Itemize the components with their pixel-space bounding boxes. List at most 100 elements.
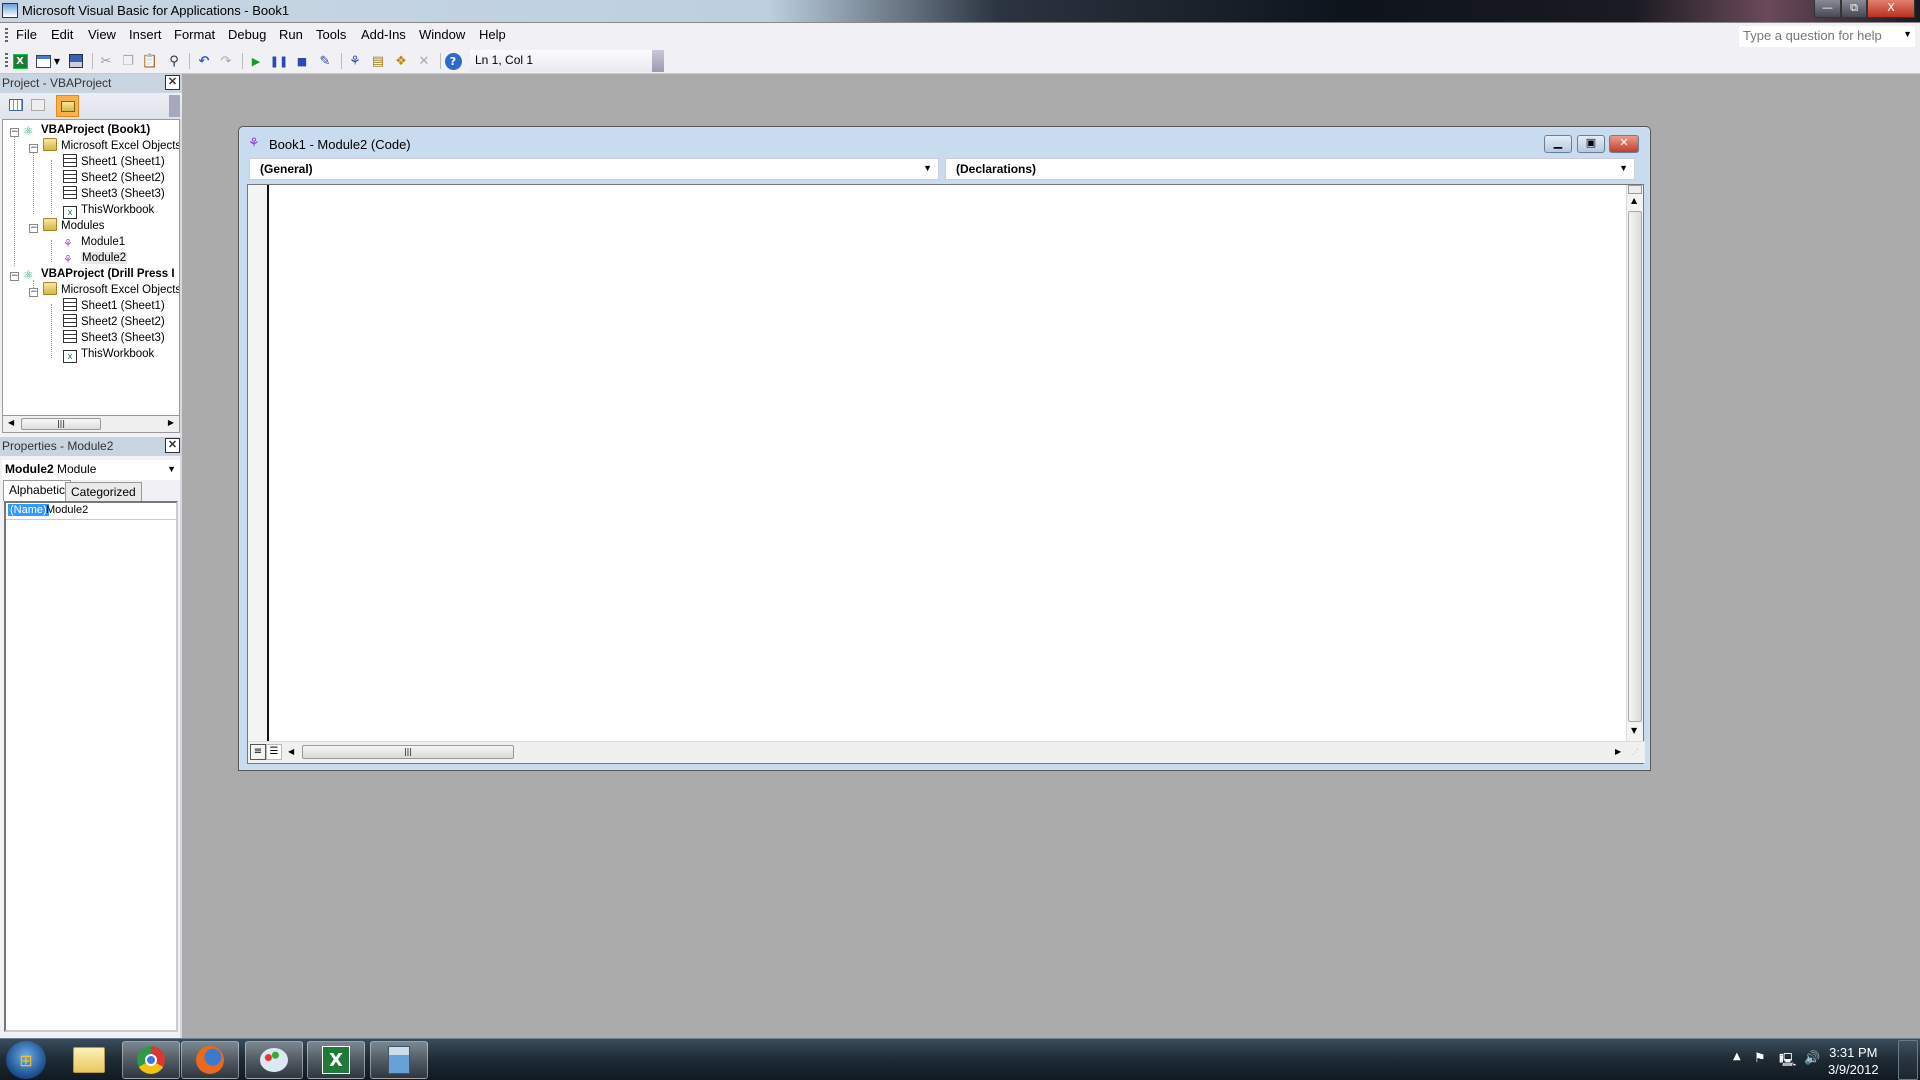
tree-item-thisworkbook[interactable]: x ThisWorkbook — [63, 346, 154, 363]
object-combo[interactable]: (General) ▼ — [249, 158, 939, 180]
object-browser-button[interactable]: ❖ — [391, 51, 411, 71]
collapse-toggle[interactable]: − — [29, 224, 38, 233]
insert-dropdown[interactable]: ▼ — [52, 51, 62, 71]
toggle-folders-button[interactable] — [56, 95, 79, 117]
redo-button[interactable]: ↷ — [216, 51, 236, 71]
tree-item-sheet3[interactable]: Sheet3 (Sheet3) — [63, 186, 165, 202]
tree-item-excel-objects[interactable]: Microsoft Excel Objects — [43, 138, 179, 154]
tree-item-module1[interactable]: ⚘ Module1 — [63, 234, 125, 250]
taskbar-app-calculator[interactable] — [370, 1041, 428, 1079]
tree-item-excel-objects[interactable]: Microsoft Excel Objects — [43, 282, 179, 298]
tree-item-sheet2[interactable]: Sheet2 (Sheet2) — [63, 170, 165, 186]
object-selector-dropdown[interactable]: Module2 Module ▼ — [2, 460, 180, 480]
collapse-toggle[interactable]: − — [10, 272, 19, 281]
project-tree-horizontal-scrollbar[interactable]: ◀ ||| ▶ — [2, 416, 180, 433]
paste-button[interactable]: 📋 — [140, 51, 160, 71]
run-button[interactable]: ▶ — [246, 51, 266, 71]
minimize-button[interactable]: — — [1814, 0, 1841, 18]
project-explorer-button[interactable]: ⚘ — [345, 51, 365, 71]
taskbar-app-chrome[interactable] — [122, 1041, 180, 1079]
code-vertical-scrollbar[interactable]: ▲ ▼ — [1626, 185, 1643, 741]
toolbar-options-button[interactable] — [652, 50, 664, 72]
close-button[interactable]: X — [1867, 0, 1915, 18]
scrollbar-thumb[interactable] — [1628, 211, 1642, 722]
cut-button[interactable]: ✂ — [96, 51, 116, 71]
collapse-toggle[interactable]: − — [10, 128, 19, 137]
scroll-up-icon[interactable]: ▲ — [1631, 196, 1637, 205]
taskbar-app-paint[interactable] — [245, 1041, 303, 1079]
break-button[interactable]: ❚❚ — [269, 51, 289, 71]
code-editor[interactable]: ▲ ▼ ≡ ☰ ◀ ||| ▶ ⋰ — [247, 184, 1645, 764]
full-module-view-button[interactable]: ☰ — [266, 744, 282, 760]
margin-indicator-bar[interactable] — [248, 185, 269, 741]
copy-button[interactable]: ❐ — [118, 51, 138, 71]
view-object-button[interactable] — [31, 99, 45, 111]
property-value[interactable]: Module2 — [46, 504, 88, 516]
tree-item-sheet1[interactable]: Sheet1 (Sheet1) — [63, 154, 165, 170]
tab-alphabetic[interactable]: Alphabetic — [3, 480, 72, 501]
menu-insert[interactable]: Insert — [129, 27, 162, 42]
scrollbar-thumb[interactable]: ||| — [302, 745, 514, 759]
code-window-restore-button[interactable]: ▣ — [1577, 135, 1605, 153]
network-icon[interactable]: 🖳 — [1779, 1051, 1796, 1073]
menu-add-ins[interactable]: Add-Ins — [361, 27, 406, 42]
tree-item-modules[interactable]: Modules — [43, 218, 104, 234]
show-desktop-button[interactable] — [1898, 1040, 1918, 1080]
property-row[interactable]: (Name) Module2 — [6, 503, 176, 520]
tree-item-sheet3[interactable]: Sheet3 (Sheet3) — [63, 330, 165, 346]
start-button[interactable]: ⊞ — [6, 1041, 46, 1079]
split-bar[interactable] — [1628, 185, 1642, 194]
close-project-panel-button[interactable]: ✕ — [165, 75, 180, 90]
menubar-grip[interactable] — [5, 28, 8, 43]
collapse-toggle[interactable]: − — [29, 144, 38, 153]
tree-item-sheet2[interactable]: Sheet2 (Sheet2) — [63, 314, 165, 330]
insert-userform-button[interactable] — [33, 51, 53, 71]
volume-icon[interactable]: 🔊 — [1804, 1051, 1820, 1066]
scroll-down-icon[interactable]: ▼ — [1631, 726, 1637, 735]
vba-app-icon[interactable] — [2, 3, 18, 18]
find-button[interactable]: ⚲ — [164, 51, 184, 71]
menu-format[interactable]: Format — [174, 27, 215, 42]
menu-view[interactable]: View — [88, 27, 116, 42]
view-excel-button[interactable]: X — [10, 51, 30, 71]
tree-item-project-drill-press[interactable]: ⚛ VBAProject (Drill Press I — [23, 266, 175, 282]
undo-button[interactable]: ↶ — [194, 51, 214, 71]
tree-item-sheet1[interactable]: Sheet1 (Sheet1) — [63, 298, 165, 314]
toolbar-grip[interactable] — [5, 53, 8, 69]
menu-tools[interactable]: Tools — [316, 27, 346, 42]
procedure-view-button[interactable]: ≡ — [250, 744, 266, 760]
properties-window-button[interactable]: ▤ — [368, 51, 388, 71]
help-question-input[interactable]: Type a question for help ▼ — [1739, 26, 1915, 47]
scroll-right-icon[interactable]: ▶ — [1615, 747, 1621, 756]
system-clock[interactable]: 3:31 PM 3/9/2012 — [1828, 1044, 1879, 1078]
design-mode-button[interactable]: ✎ — [315, 51, 335, 71]
collapse-toggle[interactable]: − — [29, 288, 38, 297]
scroll-right-icon[interactable]: ▶ — [168, 418, 174, 427]
view-code-button[interactable] — [9, 99, 23, 111]
code-window-minimize-button[interactable]: ▁ — [1544, 135, 1572, 153]
scroll-left-icon[interactable]: ◀ — [288, 747, 294, 756]
action-center-flag-icon[interactable]: ⚑ — [1754, 1051, 1766, 1066]
scrollbar-thumb[interactable]: ||| — [21, 418, 101, 430]
taskbar-app-firefox[interactable] — [181, 1041, 239, 1079]
close-properties-panel-button[interactable]: ✕ — [165, 438, 180, 453]
menu-run[interactable]: Run — [279, 27, 303, 42]
taskbar-app-excel[interactable]: X — [307, 1041, 365, 1079]
save-button[interactable] — [66, 51, 86, 71]
tree-item-thisworkbook[interactable]: x ThisWorkbook — [63, 202, 154, 219]
menu-window[interactable]: Window — [419, 27, 465, 42]
scroll-left-icon[interactable]: ◀ — [8, 418, 14, 427]
menu-debug[interactable]: Debug — [228, 27, 266, 42]
chevron-down-icon[interactable]: ▼ — [1903, 29, 1912, 39]
menu-file[interactable]: File — [16, 27, 37, 42]
procedure-combo[interactable]: (Declarations) ▼ — [945, 158, 1635, 180]
tab-categorized[interactable]: Categorized — [65, 482, 142, 501]
menu-help[interactable]: Help — [479, 27, 506, 42]
project-tree[interactable]: − ⚛ VBAProject (Book1) − Microsoft Excel … — [2, 119, 180, 416]
help-button[interactable]: ? — [443, 51, 463, 71]
toolbox-button[interactable]: ✕ — [414, 51, 434, 71]
tree-item-module2[interactable]: ⚘ Module2 — [63, 250, 128, 266]
reset-button[interactable]: ■ — [292, 51, 312, 71]
resize-grip-icon[interactable]: ⋰ — [1632, 748, 1639, 756]
show-hidden-icons-button[interactable]: ▲ — [1733, 1051, 1741, 1062]
